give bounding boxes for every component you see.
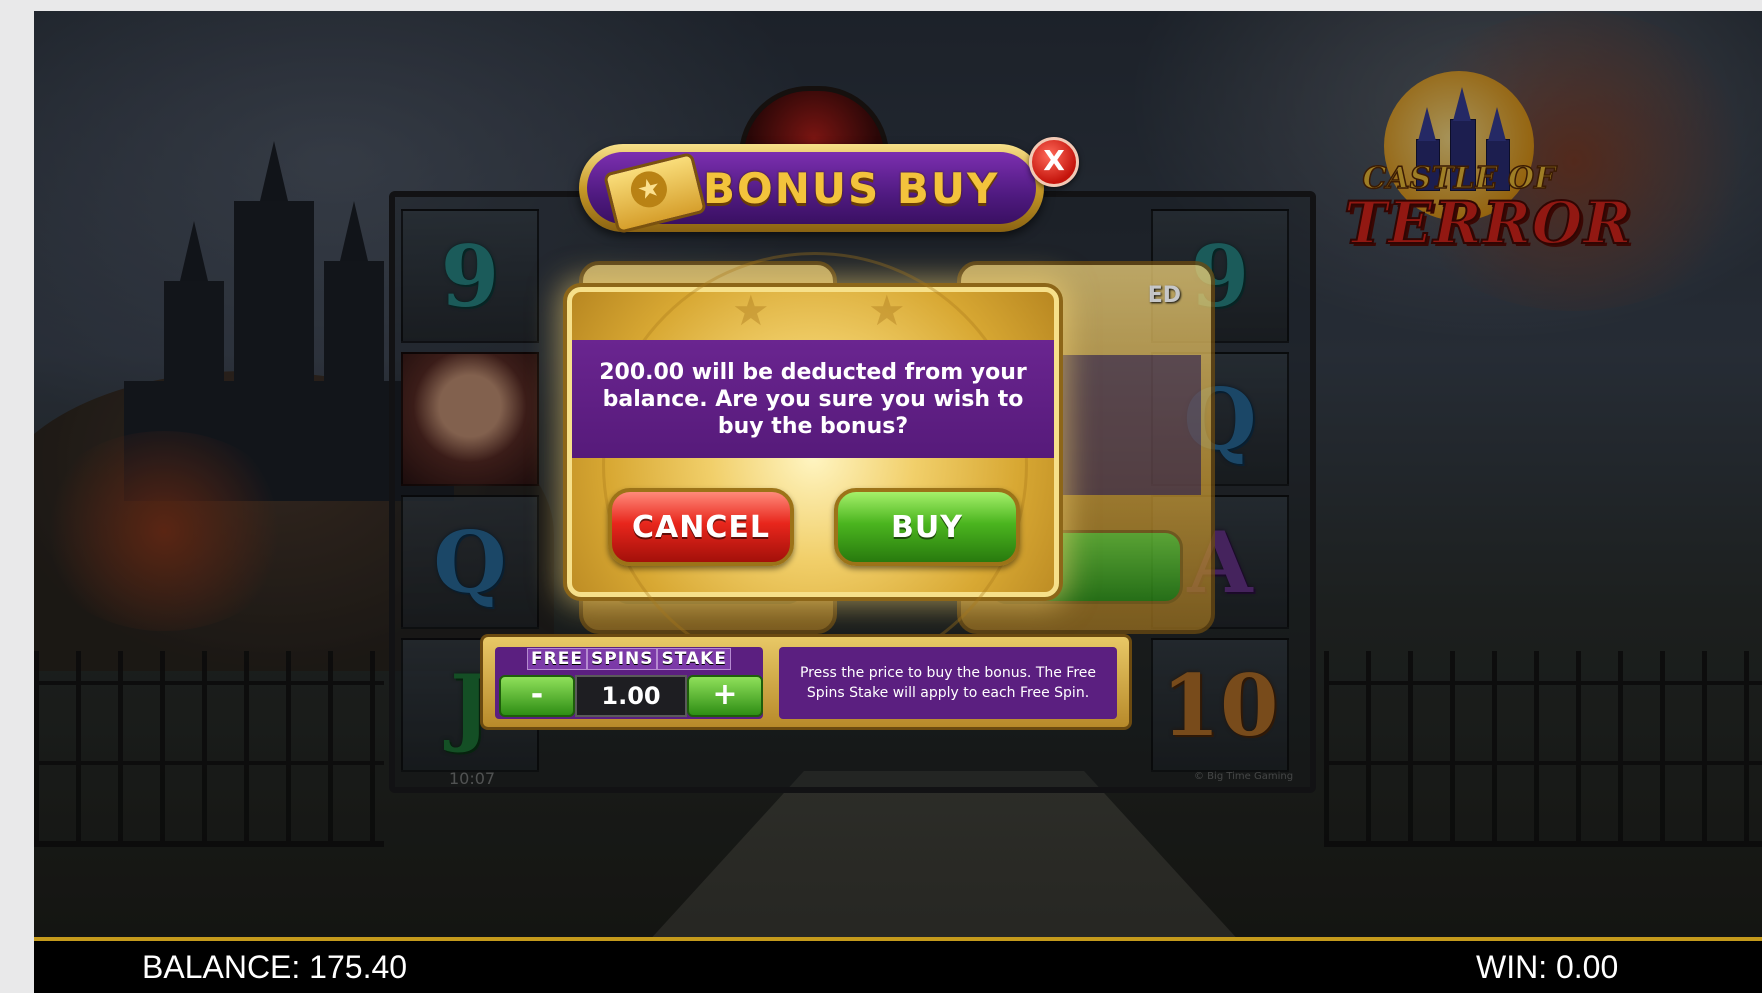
bonus-buy-banner: BONUS BUY [579, 144, 1044, 235]
close-button[interactable]: X [1029, 137, 1079, 187]
help-text: Press the price to buy the bonus. The Fr… [799, 665, 1097, 701]
stake-control: FREE SPINS STAKE - 1.00 + [495, 647, 763, 719]
clock: 10:07 [449, 769, 496, 788]
buy-button[interactable]: BUY [834, 488, 1020, 566]
star-icon: ★ [732, 286, 770, 335]
stake-label-word: FREE [527, 648, 587, 670]
stake-increase-button[interactable]: + [687, 675, 763, 717]
copyright-text: © Big Time Gaming [1194, 771, 1294, 782]
confirm-message: 200.00 will be deducted from your balanc… [599, 359, 1027, 439]
confirm-dialog: ★ ★ 200.00 will be deducted from your ba… [567, 252, 1059, 678]
stake-label-word: SPINS [586, 648, 658, 670]
stake-decrease-button[interactable]: - [499, 675, 575, 717]
star-icon: ★ [868, 286, 906, 335]
stake-label: FREE SPINS STAKE [495, 648, 763, 670]
buy-button-label: BUY [891, 509, 963, 545]
stake-value: 1.00 [575, 675, 687, 717]
balance-display: BALANCE: 175.40 [142, 949, 408, 985]
cancel-button[interactable]: CANCEL [608, 488, 794, 566]
bonus-buy-title: BONUS BUY [703, 164, 1000, 213]
card-label: ED [1147, 283, 1181, 308]
win-display: WIN: 0.00 [1476, 949, 1619, 985]
ticket-icon [602, 151, 708, 235]
confirm-message-box: 200.00 will be deducted from your balanc… [572, 340, 1054, 458]
stake-label-word: STAKE [657, 648, 731, 670]
help-box: Press the price to buy the bonus. The Fr… [779, 647, 1117, 719]
free-spins-stake-panel: FREE SPINS STAKE - 1.00 + Press the price … [480, 634, 1132, 730]
status-bar: BALANCE: 175.40 WIN: 0.00 [34, 937, 1762, 993]
game-viewport: CASTLE OF TERROR 9 Q J 9 Q A 10 10:07 © … [34, 11, 1762, 993]
cancel-button-label: CANCEL [632, 509, 770, 545]
